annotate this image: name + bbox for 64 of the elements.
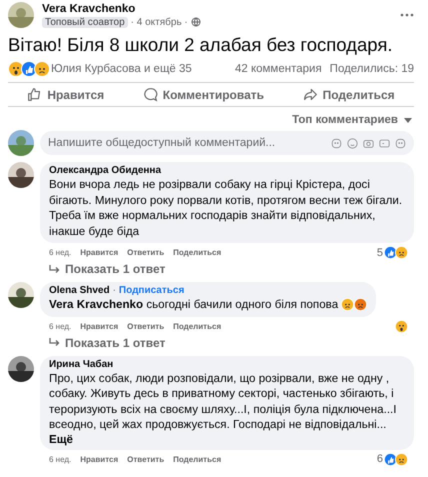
thumbs-up-icon xyxy=(27,87,42,102)
share-icon xyxy=(302,87,318,102)
globe-icon xyxy=(190,17,201,27)
comment-button[interactable]: Комментировать xyxy=(136,84,270,105)
comments-count[interactable]: 42 комментария xyxy=(234,63,322,75)
like-reaction-icon xyxy=(384,452,397,466)
reaction-count[interactable]: 6 xyxy=(376,453,383,465)
sort-dropdown[interactable]: Топ комментариев xyxy=(292,114,412,126)
sad-reaction-icon xyxy=(34,61,50,77)
sticker-icon[interactable] xyxy=(331,138,342,148)
like-reaction-icon xyxy=(384,246,397,259)
commenter-avatar[interactable] xyxy=(8,356,34,382)
comment-field[interactable]: Напишите общедоступный комментарий... xyxy=(40,131,414,155)
wow-reaction-icon xyxy=(395,320,408,332)
separator-dot: · xyxy=(112,285,116,296)
show-replies-button[interactable]: Показать 1 ответ xyxy=(49,262,166,276)
shares-count[interactable]: Поделились: 19 xyxy=(330,63,414,75)
author-name[interactable]: Vera Kravchenko xyxy=(42,2,392,14)
comment-text: Вони вчора ледь не розірвали собаку на гірці Крістера, досі бігають. Минулого року порвали котів, протягом весни теж бігали. Треба їм вже нормальних господарів знайти відповідальних, інакше буде біда xyxy=(49,178,402,238)
post-text: Вітаю! Біля 8 школи 2 алабая без господаря. xyxy=(8,34,394,56)
user-avatar[interactable] xyxy=(8,130,34,156)
share-button[interactable]: Поделиться xyxy=(296,84,401,105)
commenter-avatar[interactable] xyxy=(8,282,34,308)
comment-time[interactable]: 6 нед. xyxy=(49,248,72,257)
caret-icon xyxy=(404,118,412,122)
angry-emoji-icon xyxy=(354,298,368,312)
comment-input-field[interactable]: Напишите общедоступный комментарий... xyxy=(48,137,331,149)
sticker-face-icon[interactable] xyxy=(395,138,406,148)
reply-link[interactable]: Ответить xyxy=(127,322,164,330)
reactors-text[interactable]: Юлия Курбасова и ещё 35 xyxy=(51,63,235,75)
camera-icon[interactable] xyxy=(363,138,374,148)
like-button[interactable]: Нравится xyxy=(21,84,110,105)
comment-icon xyxy=(142,87,158,102)
sad-emoji-icon xyxy=(341,298,354,312)
reply-link[interactable]: Ответить xyxy=(127,454,164,464)
avatar[interactable] xyxy=(8,2,34,28)
like-link[interactable]: Нравится xyxy=(80,248,118,257)
commenter-avatar[interactable] xyxy=(8,162,34,188)
comment-text: Про, цих собак, люди розповідали, що розірвали, вже не одну , собаку. Живуть десь в приватному секторі, частенько збігають, і тероризують всіх на своєму шляху...І, поліція була підключена...І всеодно, цей жах продовжується. Господарі не відповідальні... xyxy=(49,372,396,431)
see-more-link[interactable]: Ещё xyxy=(49,432,73,446)
share-link[interactable]: Поделиться xyxy=(173,248,222,257)
comment-text: Vera Kravchenko сьогодні бачили одного біля попова xyxy=(49,298,338,311)
smiley-icon[interactable] xyxy=(347,138,358,148)
more-icon[interactable] xyxy=(400,13,414,17)
commenter-name[interactable]: Ирина Чабан xyxy=(49,358,114,370)
reply-arrow-icon xyxy=(49,264,60,274)
reply-link[interactable]: Ответить xyxy=(127,248,164,257)
gif-icon[interactable] xyxy=(379,138,390,148)
reply-arrow-icon xyxy=(49,338,60,347)
commenter-name[interactable]: Olena Shved xyxy=(49,285,110,296)
comment-time[interactable]: 6 нед. xyxy=(49,322,72,330)
contributor-badge: Топовый соавтор xyxy=(42,16,128,28)
reaction-count[interactable]: 5 xyxy=(376,246,383,258)
commenter-name[interactable]: Олександра Обиденна xyxy=(49,165,162,176)
sad-reaction-icon xyxy=(395,246,408,259)
share-link[interactable]: Поделиться xyxy=(173,454,222,464)
like-link[interactable]: Нравится xyxy=(80,454,118,464)
sad-reaction-icon xyxy=(395,452,408,466)
share-link[interactable]: Поделиться xyxy=(173,322,222,330)
follow-link[interactable]: Подписаться xyxy=(118,285,184,296)
like-link[interactable]: Нравится xyxy=(80,322,118,330)
post-date[interactable]: · 4 октябрь · xyxy=(130,16,188,28)
comment-time[interactable]: 6 нед. xyxy=(49,454,72,464)
show-replies-button[interactable]: Показать 1 ответ xyxy=(49,336,166,350)
